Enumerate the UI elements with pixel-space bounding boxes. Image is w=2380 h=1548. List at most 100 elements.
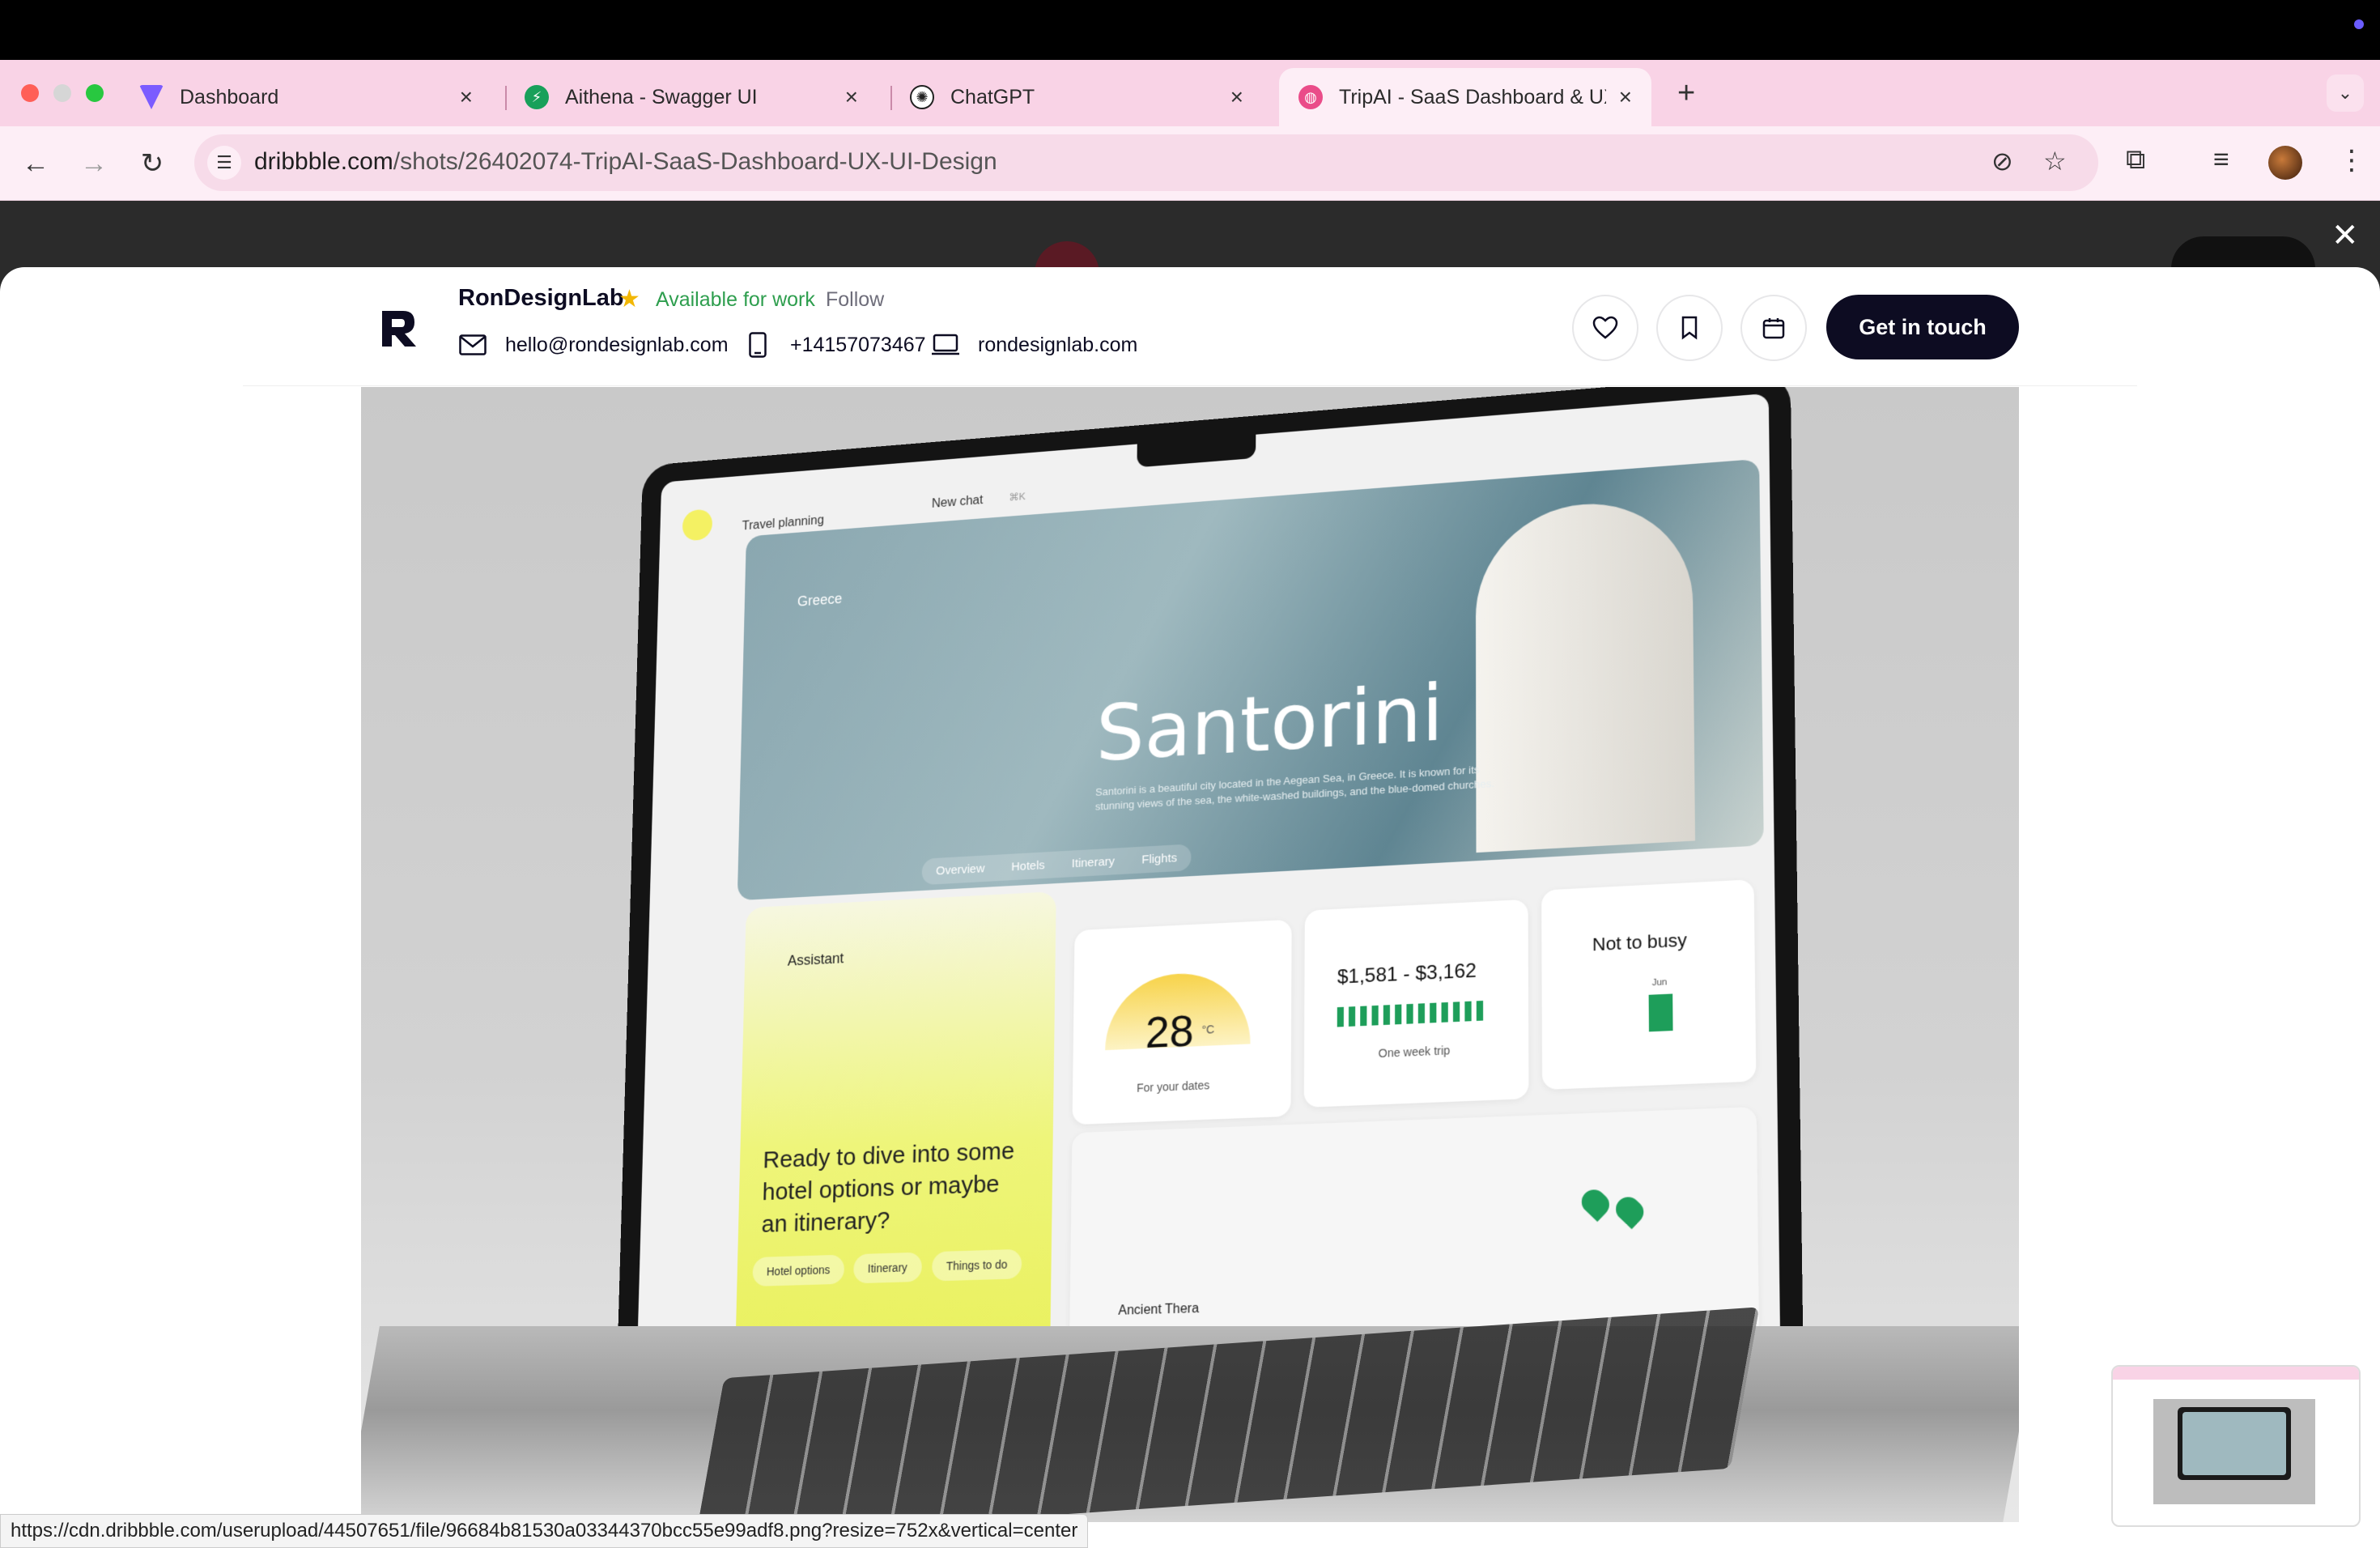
windmill-illustration [1476, 496, 1695, 853]
shot-image[interactable]: Travel planning New chat ⌘K Greece Santo… [361, 387, 2019, 1522]
destination-hero: Greece Santorini Santorini is a beautifu… [737, 459, 1764, 901]
available-for-work-link[interactable]: Available for work [656, 288, 815, 312]
status-bar-url: https://cdn.dribbble.com/userupload/4450… [0, 1514, 1088, 1548]
close-window-icon[interactable] [21, 84, 39, 102]
weather-caption: For your dates [1137, 1078, 1209, 1095]
close-modal-icon[interactable]: ✕ [2331, 217, 2359, 254]
url-text[interactable]: dribbble.com/shots/26402074-TripAI-SaaS-… [254, 148, 997, 176]
calendar-icon [1762, 317, 1785, 339]
like-button[interactable] [1572, 295, 1638, 361]
header-divider [243, 385, 2137, 386]
bookmark-icon [1681, 316, 1698, 340]
get-in-touch-button[interactable]: Get in touch [1826, 295, 2019, 359]
phone-contact[interactable]: +14157073467 [743, 332, 926, 358]
website-contact[interactable]: rondesignlab.com [931, 332, 1137, 358]
weather-temp: 28 [1145, 1006, 1194, 1058]
app-logo-icon [682, 508, 713, 541]
chip-itinerary: Itinerary [853, 1252, 922, 1284]
assistant-prompt: Ready to dive into some hotel options or… [761, 1134, 1029, 1241]
shot-thumbnail[interactable] [2111, 1365, 2361, 1527]
mac-menubar [0, 0, 2380, 60]
crowd-bar [1649, 993, 1673, 1031]
thumb-header [2113, 1367, 2359, 1380]
assistant-title: Assistant [788, 950, 844, 970]
map-pin-icon [1577, 1184, 1614, 1222]
new-tab-icon[interactable]: + [1677, 76, 1695, 111]
close-tab-icon[interactable]: × [845, 84, 858, 110]
tab-hotels: Hotels [1011, 858, 1045, 874]
price-range: $1,581 - $3,162 [1337, 959, 1477, 989]
weather-unit: °C [1201, 1023, 1214, 1036]
site-settings-icon[interactable]: ☰ [207, 146, 241, 180]
profile-avatar[interactable] [2268, 146, 2302, 180]
new-chat-shortcut: ⌘K [1009, 490, 1026, 504]
price-caption: One week trip [1379, 1044, 1451, 1060]
new-chat-label: New chat [932, 494, 984, 512]
designer-name[interactable]: RonDesignLab [458, 285, 624, 312]
laptop-icon [931, 332, 960, 358]
url-host: dribbble.com [254, 148, 393, 175]
tab-strip: Dashboard × ⚡ Aithena - Swagger UI × ✺ C… [0, 60, 2380, 126]
heart-icon [1592, 316, 1618, 340]
crowd-month: Jun [1652, 977, 1668, 988]
shot-modal: RonDesignLab ★ Available for work Follow… [0, 267, 2380, 1548]
tab-label: Aithena - Swagger UI [565, 86, 758, 109]
tab-overview: Overview [936, 861, 985, 878]
phone-text: +14157073467 [790, 334, 926, 357]
address-bar[interactable]: ☰ dribbble.com/shots/26402074-TripAI-Saa… [194, 134, 2098, 191]
tab-chatgpt[interactable]: ✺ ChatGPT × [890, 68, 1263, 126]
assistant-panel: Assistant Ready to dive into some hotel … [734, 891, 1056, 1373]
destination-title: Santorini [1095, 667, 1443, 779]
chip-hotel-options: Hotel options [752, 1255, 844, 1286]
tab-itinerary: Itinerary [1072, 855, 1115, 871]
close-tab-icon[interactable]: × [1230, 84, 1243, 110]
map-pin-icon [1611, 1192, 1648, 1229]
more-menu-icon[interactable]: ⋮ [2338, 144, 2365, 176]
extensions-puzzle-icon[interactable]: ⧉ [2126, 144, 2145, 176]
maximize-window-icon[interactable] [86, 84, 104, 102]
chip-things-to-do: Things to do [932, 1249, 1022, 1282]
back-arrow-icon[interactable]: ← [16, 144, 55, 183]
rondesignlab-logo[interactable] [379, 308, 418, 350]
tab-tripai[interactable]: ◍ TripAI - SaaS Dashboard & UX × [1279, 68, 1651, 126]
swagger-icon: ⚡ [525, 85, 549, 109]
tab-dashboard[interactable]: Dashboard × [120, 68, 492, 126]
tab-search-chevron-icon[interactable]: ⌄ [2327, 74, 2364, 112]
openai-icon: ✺ [910, 85, 934, 109]
save-button[interactable] [1656, 295, 1723, 361]
crowd-card: Not to busy Jun [1541, 879, 1756, 1090]
close-tab-icon[interactable]: × [460, 84, 473, 110]
reload-icon[interactable]: ↻ [133, 144, 172, 183]
location-tag: Greece [797, 591, 843, 610]
minimize-window-icon[interactable] [53, 84, 71, 102]
camera-notch [1137, 435, 1256, 468]
weather-card: 28 °C For your dates [1073, 920, 1292, 1125]
thumb-screen [2182, 1412, 2286, 1475]
eye-off-icon[interactable]: ⊘ [1991, 146, 2013, 176]
destination-tabs: Overview Hotels Itinerary Flights [922, 844, 1192, 885]
tab-label: TripAI - SaaS Dashboard & UX [1339, 86, 1606, 109]
tab-aithena[interactable]: ⚡ Aithena - Swagger UI × [505, 68, 878, 126]
price-bars [1337, 1001, 1487, 1027]
tab-label: ChatGPT [950, 86, 1035, 109]
email-contact[interactable]: hello@rondesignlab.com [458, 332, 729, 358]
website-text: rondesignlab.com [978, 334, 1137, 357]
pro-star-icon: ★ [618, 285, 640, 313]
mail-icon [458, 332, 487, 358]
dribbble-icon: ◍ [1298, 85, 1323, 109]
price-card: $1,581 - $3,162 One week trip [1304, 899, 1529, 1108]
close-tab-icon[interactable]: × [1619, 84, 1632, 110]
media-control-icon[interactable]: ≡ [2213, 144, 2229, 176]
phone-icon [743, 332, 772, 358]
status-dot-icon [2354, 19, 2364, 29]
forward-arrow-icon[interactable]: → [74, 144, 113, 183]
attraction-label: Ancient Thera [1118, 1302, 1199, 1319]
tab-flights: Flights [1141, 851, 1177, 866]
bookmark-star-icon[interactable]: ☆ [2043, 146, 2067, 176]
laptop-lid: Travel planning New chat ⌘K Greece Santo… [616, 387, 1804, 1395]
schedule-button[interactable] [1740, 295, 1807, 361]
vite-icon [139, 85, 164, 109]
email-text: hello@rondesignlab.com [505, 334, 729, 357]
tab-label: Dashboard [180, 86, 278, 109]
follow-button[interactable]: Follow [826, 288, 884, 312]
